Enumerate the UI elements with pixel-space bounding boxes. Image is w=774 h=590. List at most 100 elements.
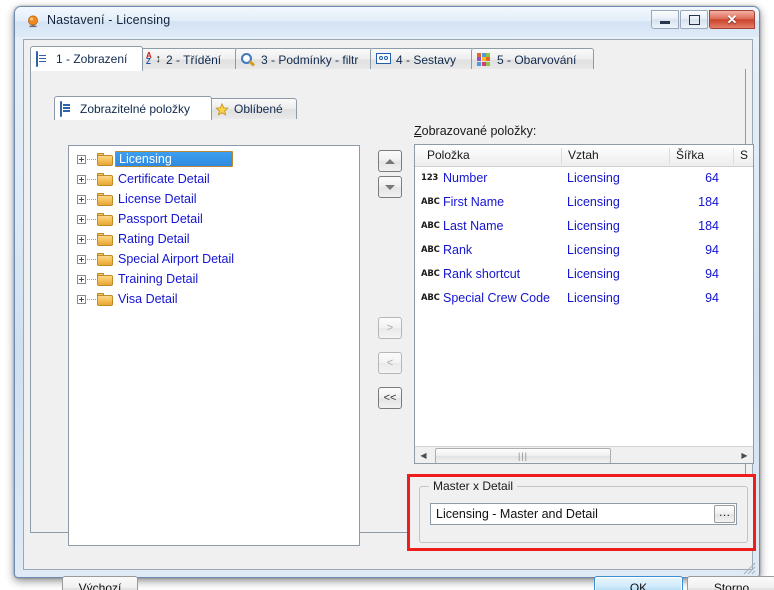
- cell-width: 184: [698, 195, 719, 209]
- tab-trideni[interactable]: AZ ↕ 2 - Třídění: [140, 48, 238, 70]
- scroll-right-arrow-icon[interactable]: ▶: [736, 447, 753, 463]
- expand-icon[interactable]: [77, 294, 86, 304]
- tree-connector: [87, 178, 96, 180]
- title-bar[interactable]: Nastavení - Licensing ✕: [15, 7, 759, 37]
- expand-icon[interactable]: [77, 234, 86, 244]
- list-header: Položka Vztah Šířka S: [415, 145, 753, 167]
- master-detail-highlight: Master x Detail Licensing - Master and D…: [407, 474, 756, 551]
- main-tab-strip: 1 - Zobrazení AZ ↕ 2 - Třídění 3 - Podmí…: [30, 46, 746, 71]
- table-row[interactable]: ABC Last Name Licensing 184: [415, 215, 753, 239]
- tree-item-label: Certificate Detail: [118, 171, 210, 186]
- table-row[interactable]: ABC Special Crew Code Licensing 94: [415, 287, 753, 311]
- scroll-left-arrow-icon[interactable]: ◀: [415, 447, 432, 463]
- maximize-button[interactable]: [680, 10, 708, 29]
- ok-button[interactable]: OK: [594, 576, 683, 590]
- folder-icon: [97, 272, 113, 286]
- table-row[interactable]: ABC Rank shortcut Licensing 94: [415, 263, 753, 287]
- tree-item-label: Visa Detail: [118, 291, 178, 306]
- tab-podminky-filtr[interactable]: 3 - Podmínky - filtr: [235, 48, 373, 70]
- move-up-button[interactable]: [378, 150, 402, 172]
- expand-icon[interactable]: [77, 174, 86, 184]
- remove-button[interactable]: <: [378, 352, 402, 374]
- cell-width: 184: [698, 219, 719, 233]
- maximize-icon: [688, 14, 700, 25]
- tab-obarvovani[interactable]: 5 - Obarvování: [471, 48, 594, 70]
- cell-item: First Name: [443, 195, 505, 209]
- cell-relation: Licensing: [567, 171, 620, 185]
- close-button[interactable]: ✕: [709, 10, 755, 29]
- field-type-icon: ABC: [421, 197, 440, 207]
- scrollbar-thumb[interactable]: |||: [435, 448, 611, 463]
- expand-icon[interactable]: [77, 194, 86, 204]
- chevron-double-left-icon: <<: [383, 392, 397, 404]
- tree-connector: [87, 218, 96, 220]
- subtab-oblibene[interactable]: Oblíbené: [209, 98, 297, 119]
- tree-item[interactable]: Licensing: [69, 149, 359, 169]
- expand-icon[interactable]: [77, 274, 86, 284]
- table-row[interactable]: ABC First Name Licensing 184: [415, 191, 753, 215]
- column-header-s[interactable]: S: [733, 148, 748, 164]
- cell-relation: Licensing: [567, 243, 620, 257]
- window-title: Nastavení - Licensing: [47, 13, 171, 27]
- subtab-label: Zobrazitelné položky: [80, 101, 191, 116]
- tree-list: Licensing Certificate Detail License Detai…: [69, 149, 359, 309]
- settings-window: Nastavení - Licensing ✕ 1 - Zobrazení A …: [14, 6, 774, 590]
- cell-item: Last Name: [443, 219, 504, 233]
- tree-item[interactable]: License Detail: [69, 189, 359, 209]
- displayable-items-tree[interactable]: Licensing Certificate Detail License Detai…: [68, 145, 360, 546]
- remove-all-button[interactable]: <<: [378, 387, 402, 409]
- cell-width: 94: [705, 267, 719, 281]
- move-down-button[interactable]: [378, 176, 402, 198]
- tab-zobrazeni[interactable]: 1 - Zobrazení: [30, 46, 143, 71]
- subtab-zobrazitelne-polozky[interactable]: Zobrazitelné položky: [54, 96, 212, 120]
- cell-relation: Licensing: [567, 291, 620, 305]
- chevron-right-icon: >: [386, 322, 394, 334]
- cell-width: 64: [705, 171, 719, 185]
- tab-label: 2 - Třídění: [166, 52, 222, 67]
- master-detail-value: Licensing - Master and Detail: [436, 507, 598, 521]
- cell-item: Number: [443, 171, 488, 185]
- expand-icon[interactable]: [77, 154, 86, 164]
- master-detail-field[interactable]: Licensing - Master and Detail …: [430, 503, 737, 525]
- tab-sestavy[interactable]: 4 - Sestavy: [370, 48, 474, 70]
- table-row[interactable]: ABC Rank Licensing 94: [415, 239, 753, 263]
- list-icon: [60, 100, 75, 117]
- cell-relation: Licensing: [567, 267, 620, 281]
- tab-label: 5 - Obarvování: [497, 52, 577, 67]
- list-icon: [36, 51, 51, 67]
- tree-item[interactable]: Passport Detail: [69, 209, 359, 229]
- minimize-button[interactable]: [651, 10, 679, 29]
- tree-item[interactable]: Certificate Detail: [69, 169, 359, 189]
- displayed-items-list[interactable]: Položka Vztah Šířka S 123 Number Licensing…: [414, 144, 754, 464]
- tree-item[interactable]: Special Airport Detail: [69, 249, 359, 269]
- cancel-button[interactable]: Storno: [687, 576, 774, 590]
- tree-connector: [87, 158, 96, 160]
- minimize-icon: [660, 21, 670, 24]
- tree-item-label: Licensing: [115, 150, 233, 168]
- default-button[interactable]: Výchozí: [62, 576, 138, 590]
- column-header-polozka[interactable]: Položka: [421, 148, 470, 164]
- expand-icon[interactable]: [77, 254, 86, 264]
- cell-item: Rank shortcut: [443, 267, 521, 281]
- folder-icon: [97, 152, 113, 166]
- cell-relation: Licensing: [567, 195, 620, 209]
- expand-icon[interactable]: [77, 214, 86, 224]
- ok-button-label: OK: [629, 581, 648, 590]
- table-row[interactable]: 123 Number Licensing 64: [415, 167, 753, 191]
- ellipsis-icon: …: [718, 504, 731, 519]
- master-detail-browse-button[interactable]: …: [714, 505, 735, 523]
- tree-item-label: License Detail: [118, 191, 197, 206]
- tree-item[interactable]: Visa Detail: [69, 289, 359, 309]
- resize-grip[interactable]: [742, 561, 756, 575]
- cell-width: 94: [705, 243, 719, 257]
- add-button[interactable]: >: [378, 317, 402, 339]
- field-type-icon: ABC: [421, 221, 440, 231]
- column-header-sirka[interactable]: Šířka: [669, 148, 704, 164]
- column-header-vztah[interactable]: Vztah: [561, 148, 599, 164]
- horizontal-scrollbar[interactable]: ◀ ||| ▶: [415, 446, 753, 463]
- tree-item[interactable]: Rating Detail: [69, 229, 359, 249]
- arrow-down-icon: [385, 184, 395, 190]
- folder-icon: [97, 172, 113, 186]
- cell-relation: Licensing: [567, 219, 620, 233]
- tree-item[interactable]: Training Detail: [69, 269, 359, 289]
